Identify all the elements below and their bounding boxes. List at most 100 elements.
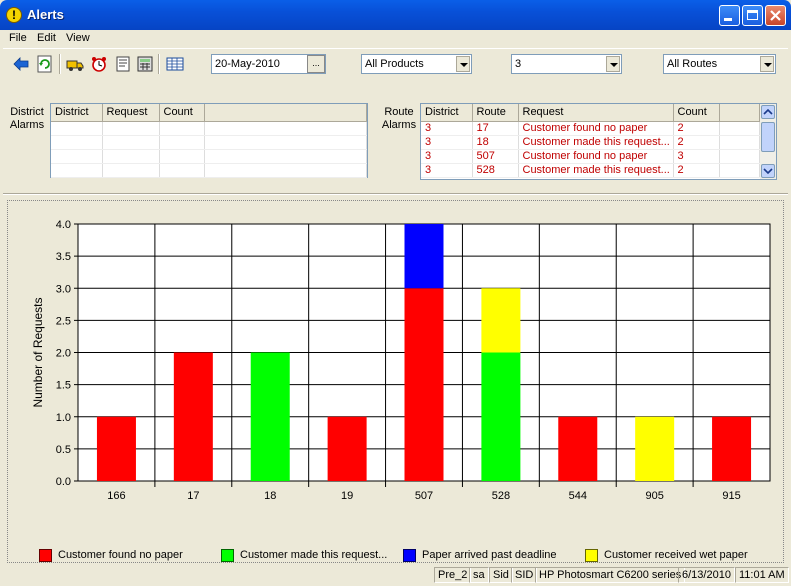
legend-label: Customer found no paper — [58, 549, 183, 561]
column-header-request[interactable]: Request — [102, 104, 160, 122]
table-row[interactable]: 3 18 Customer made this request... 2 — [421, 135, 760, 150]
scroll-down-button[interactable] — [761, 164, 775, 178]
routes-dropdown[interactable]: All Routes — [663, 54, 776, 74]
route-alarms-grid[interactable]: District Route Request Count 3 17 Custom… — [420, 103, 777, 180]
chevron-up-icon — [763, 108, 773, 115]
toolbar-separator — [158, 54, 160, 74]
menu-file[interactable]: File — [9, 32, 27, 44]
panel-divider — [3, 193, 788, 195]
routes-value: All Routes — [667, 58, 718, 70]
y-tick-label: 3.0 — [56, 283, 71, 295]
menu-bar: File Edit View — [3, 30, 788, 48]
window-title: Alerts — [27, 7, 64, 22]
column-header-filler — [204, 104, 367, 122]
table-row — [51, 121, 367, 136]
bar-segment — [404, 224, 444, 289]
alarm-clock-icon[interactable] — [90, 55, 108, 73]
number-dropdown[interactable]: 3 — [511, 54, 622, 74]
date-value: 20-May-2010 — [215, 58, 280, 70]
legend-label: Paper arrived past deadline — [422, 549, 557, 561]
cell-request: Customer found no paper — [518, 121, 674, 136]
table-row[interactable]: 3 528 Customer made this request... 2 — [421, 163, 760, 178]
status-schema: Sid — [489, 567, 513, 583]
bar-segment — [558, 416, 598, 481]
bar-chart: 0.0 0.5 1.0 1.5 2.0 2.5 3.0 3.5 4.0 166 17 18 19 507 5… — [31, 219, 771, 502]
table-row — [51, 135, 367, 150]
column-header-district[interactable]: District — [421, 104, 473, 122]
cell-route: 528 — [472, 163, 519, 178]
column-header-count[interactable]: Count — [159, 104, 205, 122]
status-printer: HP Photosmart C6200 series — [535, 567, 686, 583]
status-sid: SID — [511, 567, 538, 583]
x-tick-label: 528 — [492, 490, 510, 502]
chevron-down-icon — [763, 168, 773, 175]
legend-swatch — [403, 549, 416, 562]
chevron-down-icon[interactable] — [606, 56, 620, 72]
x-tick-label: 905 — [645, 490, 663, 502]
cell-count: 2 — [673, 121, 720, 136]
y-tick-label: 1.0 — [56, 412, 71, 424]
bar-segment — [481, 352, 521, 481]
date-picker-button[interactable]: ... — [307, 55, 325, 73]
cell-count: 2 — [673, 163, 720, 178]
table-row[interactable]: 3 17 Customer found no paper 2 — [421, 121, 760, 136]
requests-chart: 0.0 0.5 1.0 1.5 2.0 2.5 3.0 3.5 4.0 166 17 18 19 507 5… — [7, 200, 784, 563]
route-alarms-scrollbar[interactable] — [760, 104, 776, 179]
column-header-district[interactable]: District — [51, 104, 103, 122]
chevron-down-icon[interactable] — [456, 56, 470, 72]
table-row[interactable]: 3 507 Customer found no paper 3 — [421, 149, 760, 164]
bar-segment — [404, 288, 444, 481]
status-time: 11:01 AM — [735, 567, 789, 583]
chevron-down-icon[interactable] — [760, 56, 774, 72]
bar-segment — [481, 288, 521, 353]
menu-edit[interactable]: Edit — [37, 32, 56, 44]
table-row — [51, 163, 367, 178]
x-tick-label: 544 — [569, 490, 587, 502]
district-alarms-label-line2: Alarms — [9, 119, 45, 131]
bar-segment — [635, 416, 675, 481]
status-bar: Pre_2 sa Sid SID HP Photosmart C6200 ser… — [3, 566, 789, 584]
bar-segment — [173, 352, 213, 481]
x-tick-label: 18 — [264, 490, 276, 502]
bar-segment — [327, 416, 367, 481]
products-dropdown[interactable]: All Products — [361, 54, 472, 74]
close-icon — [770, 10, 781, 21]
bar-segment — [712, 416, 752, 481]
column-header-count[interactable]: Count — [673, 104, 720, 122]
scroll-up-button[interactable] — [761, 105, 775, 119]
district-alarms-grid[interactable]: District Request Count — [50, 103, 368, 178]
y-tick-label: 3.5 — [56, 251, 71, 263]
menu-view[interactable]: View — [66, 32, 90, 44]
column-header-filler — [719, 104, 760, 122]
route-alarms-label-line2: Alarms — [381, 119, 417, 131]
number-value: 3 — [515, 58, 522, 70]
report-icon[interactable] — [114, 55, 132, 73]
x-tick-label: 19 — [341, 490, 353, 502]
cell-route: 17 — [472, 121, 519, 136]
delivery-truck-icon[interactable] — [66, 55, 84, 73]
cell-route: 18 — [472, 135, 519, 150]
cell-district: 3 — [421, 149, 473, 164]
x-tick-label: 507 — [415, 490, 433, 502]
minimize-button[interactable] — [719, 5, 740, 26]
cell-count: 2 — [673, 135, 720, 150]
calculator-icon[interactable] — [136, 55, 154, 73]
status-database: Pre_2 — [434, 567, 472, 583]
scroll-thumb[interactable] — [761, 122, 775, 152]
column-header-route[interactable]: Route — [472, 104, 519, 122]
alert-app-icon: ! — [6, 7, 22, 23]
legend-swatch — [221, 549, 234, 562]
cell-district: 3 — [421, 121, 473, 136]
legend-swatch — [39, 549, 52, 562]
toolbar: 20-May-2010 ... All Products 3 All Route… — [3, 48, 788, 78]
back-arrow-icon[interactable] — [12, 55, 30, 73]
maximize-button[interactable] — [742, 5, 763, 26]
cell-district: 3 — [421, 135, 473, 150]
refresh-icon[interactable] — [36, 55, 54, 73]
close-button[interactable] — [765, 5, 786, 26]
toolbar-separator — [59, 54, 61, 74]
route-alarms-label-line1: Route — [384, 106, 414, 118]
grid-view-icon[interactable] — [166, 55, 184, 73]
column-header-request[interactable]: Request — [518, 104, 674, 122]
cell-district: 3 — [421, 163, 473, 178]
